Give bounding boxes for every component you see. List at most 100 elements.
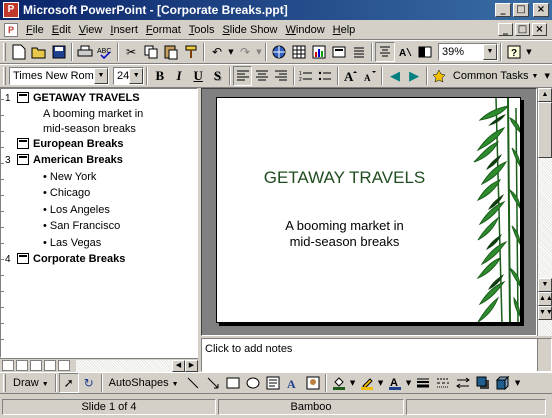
line-style-icon[interactable] <box>413 373 433 393</box>
menu-tools[interactable]: Tools <box>185 24 219 36</box>
bullets-icon[interactable] <box>316 66 335 86</box>
common-tasks-menu[interactable]: Common Tasks ▼ <box>449 70 543 82</box>
menu-slide-show[interactable]: Slide Show <box>218 24 281 36</box>
outline-pane[interactable]: 1 GETAWAY TRAVELS A booming market in mi… <box>0 88 198 358</box>
new-document-icon[interactable] <box>9 42 29 62</box>
slide-view-icon[interactable] <box>30 360 42 371</box>
toolbar-options-icon[interactable]: ▼ <box>524 42 534 62</box>
demote-arrow-icon[interactable]: ▶ <box>405 66 424 86</box>
new-slide-icon[interactable] <box>329 42 349 62</box>
oval-icon[interactable] <box>243 373 263 393</box>
slide-icon[interactable] <box>17 92 29 103</box>
hyperlink-globe-icon[interactable] <box>269 42 289 62</box>
arrow-style-icon[interactable] <box>453 373 473 393</box>
open-folder-icon[interactable] <box>29 42 49 62</box>
chevron-down-icon[interactable]: ▼ <box>129 68 144 84</box>
select-pointer-icon[interactable]: ➚ <box>58 373 79 393</box>
slide-icon[interactable] <box>17 138 29 149</box>
menu-help[interactable]: Help <box>329 24 360 36</box>
fill-color-dropdown-icon[interactable]: ▼ <box>349 373 357 393</box>
slide-subtitle[interactable]: A booming market in mid-season breaks <box>217 218 472 250</box>
clip-art-icon[interactable] <box>303 373 323 393</box>
menu-edit[interactable]: Edit <box>48 24 75 36</box>
outline-body-text[interactable]: A booming market in <box>43 108 143 120</box>
animation-effects-icon[interactable] <box>430 66 449 86</box>
text-box-icon[interactable] <box>263 373 283 393</box>
show-formatting-icon[interactable] <box>375 42 395 62</box>
undo-icon[interactable]: ↶ <box>207 42 227 62</box>
bullet-text[interactable]: • New York <box>43 171 96 183</box>
redo-icon[interactable]: ↷ <box>235 42 255 62</box>
bullet-text[interactable]: • Las Vegas <box>43 237 101 249</box>
align-center-icon[interactable] <box>252 66 271 86</box>
toolbar-grip[interactable] <box>3 374 6 392</box>
outline-slide-title[interactable]: Corporate Breaks <box>33 253 125 265</box>
insert-table-icon[interactable] <box>289 42 309 62</box>
normal-view-icon[interactable] <box>2 360 14 371</box>
scrollbar-thumb[interactable] <box>538 102 552 158</box>
rectangle-icon[interactable] <box>223 373 243 393</box>
horizontal-scrollbar[interactable] <box>76 359 172 372</box>
decrease-font-size-icon[interactable]: A <box>360 66 379 86</box>
free-rotate-icon[interactable]: ↻ <box>79 373 99 393</box>
underline-button[interactable]: U <box>189 66 208 86</box>
cut-scissors-icon[interactable]: ✂ <box>121 42 141 62</box>
outline-bullet-item[interactable]: • Chicago <box>1 185 197 201</box>
zoom-combo[interactable]: 39% ▼ <box>438 43 498 61</box>
help-assistant-icon[interactable]: ? <box>504 42 524 62</box>
outline-slide-1[interactable]: 1 GETAWAY TRAVELS <box>1 90 197 106</box>
line-icon[interactable] <box>183 373 203 393</box>
font-color-dropdown-icon[interactable]: ▼ <box>405 373 413 393</box>
insert-chart-icon[interactable] <box>309 42 329 62</box>
close-button[interactable]: × <box>533 3 549 17</box>
scroll-down-arrow-icon[interactable]: ▼ <box>538 278 552 292</box>
next-slide-icon[interactable]: ▼▼ <box>538 306 552 320</box>
bullet-text[interactable]: • Chicago <box>43 187 90 199</box>
menu-insert[interactable]: Insert <box>106 24 142 36</box>
italic-button[interactable]: I <box>169 66 188 86</box>
outline-bullet-item[interactable]: • Las Vegas <box>1 235 197 251</box>
slide-icon[interactable] <box>17 154 29 165</box>
numbering-icon[interactable]: 12 <box>297 66 316 86</box>
notes-pane[interactable]: Click to add notes <box>201 338 552 372</box>
outline-bullet-item[interactable]: • San Francisco <box>1 218 197 234</box>
format-painter-icon[interactable] <box>181 42 201 62</box>
outline-body-text[interactable]: mid-season breaks <box>43 123 136 135</box>
font-size-combo[interactable]: 24 ▼ <box>112 67 145 85</box>
bullet-text[interactable]: • San Francisco <box>43 220 120 232</box>
slide-title[interactable]: GETAWAY TRAVELS <box>217 168 472 188</box>
menu-format[interactable]: Format <box>142 24 185 36</box>
scroll-up-arrow-icon[interactable]: ▲ <box>538 88 552 102</box>
line-color-dropdown-icon[interactable]: ▼ <box>377 373 385 393</box>
outline-slide-title[interactable]: American Breaks <box>33 154 123 166</box>
outline-slide-2[interactable]: European Breaks <box>1 136 197 152</box>
copy-icon[interactable] <box>141 42 161 62</box>
maximize-button[interactable]: □ <box>513 3 529 17</box>
minimize-button[interactable]: _ <box>495 3 511 17</box>
align-left-icon[interactable] <box>232 66 253 86</box>
slide-show-view-icon[interactable] <box>58 360 70 371</box>
toolbar-grip[interactable] <box>3 67 6 85</box>
vertical-scrollbar[interactable]: ▲ ▼ ▲▲ ▼▼ <box>537 88 552 336</box>
scroll-left-arrow-icon[interactable]: ◀ <box>172 359 185 372</box>
document-icon[interactable]: P <box>4 22 18 37</box>
arrow-icon[interactable] <box>203 373 223 393</box>
bullet-text[interactable]: • Los Angeles <box>43 204 110 216</box>
line-color-pen-icon[interactable] <box>357 373 377 393</box>
slide-canvas[interactable]: GETAWAY TRAVELS A booming market in mid-… <box>216 97 521 323</box>
chevron-down-icon[interactable]: ▼ <box>93 68 108 84</box>
outline-slide-title[interactable]: GETAWAY TRAVELS <box>33 92 140 104</box>
powerpoint-app-icon[interactable]: P <box>3 2 19 18</box>
bold-button[interactable]: B <box>150 66 169 86</box>
menu-file[interactable]: File <box>22 24 48 36</box>
menu-window[interactable]: Window <box>282 24 329 36</box>
menu-view[interactable]: View <box>75 24 107 36</box>
align-right-icon[interactable] <box>271 66 290 86</box>
outline-slide-4[interactable]: 4 Corporate Breaks <box>1 251 197 267</box>
3d-style-icon[interactable] <box>493 373 513 393</box>
scroll-right-arrow-icon[interactable]: ▶ <box>185 359 198 372</box>
redo-dropdown-icon[interactable]: ▼ <box>255 42 263 62</box>
toolbar-options-icon[interactable]: ▼ <box>542 66 552 86</box>
toolbar-grip[interactable] <box>3 43 6 61</box>
promote-arrow-icon[interactable]: ◀ <box>385 66 404 86</box>
